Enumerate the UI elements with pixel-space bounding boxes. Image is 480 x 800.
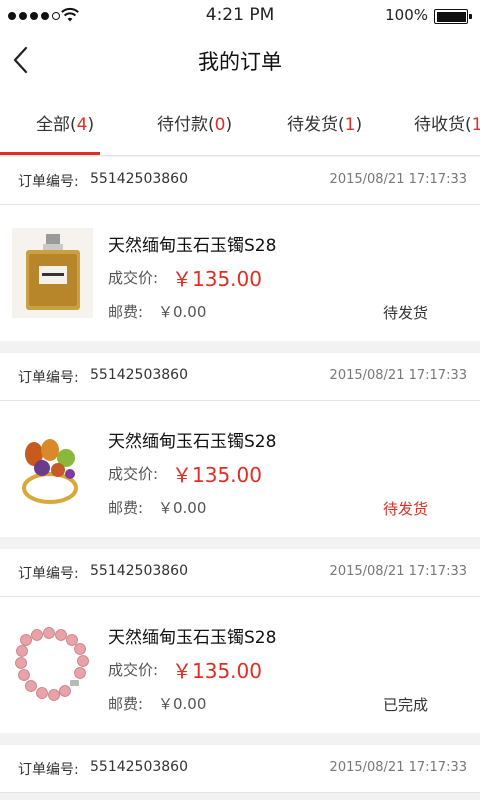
order-number-label: 订单编号:: [18, 566, 79, 582]
tab-label: 待收货(: [414, 115, 472, 135]
tab-count: 1: [344, 115, 356, 135]
product-price: ￥135.00: [172, 463, 262, 487]
order-status: 待发货: [382, 500, 428, 518]
shipping-fee: ￥0.00: [158, 303, 207, 321]
order-date: 2015/08/21 17:17:33: [329, 564, 467, 579]
order-number: 55142503860: [90, 367, 188, 383]
tab-label: 待发货(: [287, 115, 345, 135]
product-price: ￥135.00: [172, 659, 262, 683]
product-name: 天然缅甸玉石玉镯S28: [108, 432, 277, 452]
order-date: 2015/08/21 17:17:33: [329, 368, 467, 383]
order-item: 天然缅甸玉石玉镯S28 成交价: ￥135.00 邮费: ￥0.00 已完成: [0, 597, 480, 733]
tab-close-paren: ): [225, 115, 233, 135]
tab-count: 0: [214, 115, 226, 135]
order-header: 订单编号: 55142503860 2015/08/21 17:17:33: [0, 157, 480, 205]
order-status-tabs: 全部(4) 待付款(0) 待发货(1) 待收货(1: [0, 88, 480, 156]
tab-label: 全部(: [36, 115, 77, 135]
order-header: 订单编号: 55142503860 2015/08/21 17:17:33: [0, 549, 480, 597]
order-number: 55142503860: [90, 171, 188, 187]
price-label: 成交价:: [108, 269, 159, 287]
active-tab-indicator: [0, 152, 100, 155]
gem-ring-icon: [12, 424, 93, 514]
status-bar: 4:21 PM 100%: [0, 0, 480, 32]
battery-percentage: 100%: [385, 6, 428, 24]
order-number-label: 订单编号:: [18, 762, 79, 778]
tab-close-paren: ): [355, 115, 363, 135]
order-item: 天然缅甸玉石玉镯S28 成交价: ￥135.00 邮费: ￥0.00 待发货: [0, 205, 480, 341]
perfume-icon: [12, 228, 93, 318]
tab-close-paren: ): [87, 115, 95, 135]
order-card[interactable]: 订单编号: 55142503860 2015/08/21 17:17:33: [0, 745, 480, 793]
tab-pending-payment[interactable]: 待付款(0): [157, 110, 232, 135]
order-header: 订单编号: 55142503860 2015/08/21 17:17:33: [0, 745, 480, 793]
order-date: 2015/08/21 17:17:33: [329, 172, 467, 187]
order-number-label: 订单编号:: [18, 370, 79, 386]
tab-label: 待付款(: [157, 115, 215, 135]
product-name: 天然缅甸玉石玉镯S28: [108, 236, 277, 256]
order-header: 订单编号: 55142503860 2015/08/21 17:17:33: [0, 353, 480, 401]
shipping-fee: ￥0.00: [158, 499, 207, 517]
product-price: ￥135.00: [172, 267, 262, 291]
tab-pending-receipt[interactable]: 待收货(1: [414, 110, 480, 135]
order-number: 55142503860: [90, 759, 188, 775]
product-name: 天然缅甸玉石玉镯S28: [108, 628, 277, 648]
tab-all[interactable]: 全部(4): [36, 110, 94, 135]
price-label: 成交价:: [108, 661, 159, 679]
shipping-label: 邮费:: [108, 695, 144, 713]
nav-bar: 我的订单: [0, 32, 480, 88]
order-status: 已完成: [382, 696, 428, 714]
order-number: 55142503860: [90, 563, 188, 579]
order-card[interactable]: 订单编号: 55142503860 2015/08/21 17:17:33 天然…: [0, 353, 480, 537]
order-status: 待发货: [382, 304, 428, 322]
shipping-fee: ￥0.00: [158, 695, 207, 713]
order-number-label: 订单编号:: [18, 174, 79, 190]
order-list: 订单编号: 55142503860 2015/08/21 17:17:33 天然…: [0, 157, 480, 800]
order-card[interactable]: 订单编号: 55142503860 2015/08/21 17:17:33 天然…: [0, 549, 480, 733]
tab-count: 4: [76, 115, 88, 135]
battery-icon: [434, 9, 472, 24]
order-card[interactable]: 订单编号: 55142503860 2015/08/21 17:17:33 天然…: [0, 157, 480, 341]
pearl-necklace-icon: [12, 620, 93, 710]
tab-count: 1: [472, 115, 480, 135]
price-label: 成交价:: [108, 465, 159, 483]
order-date: 2015/08/21 17:17:33: [329, 760, 467, 775]
order-item: 天然缅甸玉石玉镯S28 成交价: ￥135.00 邮费: ￥0.00 待发货: [0, 401, 480, 537]
page-title: 我的订单: [198, 50, 282, 74]
shipping-label: 邮费:: [108, 303, 144, 321]
shipping-label: 邮费:: [108, 499, 144, 517]
tab-pending-shipment[interactable]: 待发货(1): [287, 110, 362, 135]
